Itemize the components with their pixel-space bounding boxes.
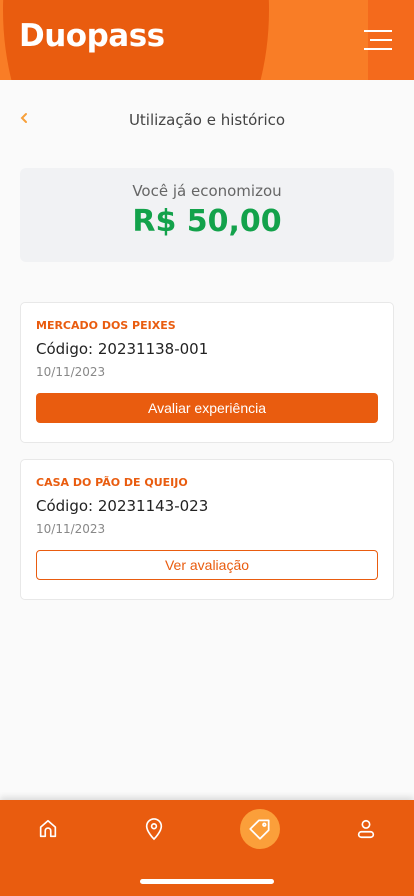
map-pin-icon[interactable]: [134, 809, 174, 849]
app-header: Duopass: [0, 0, 414, 80]
history-card: MERCADO DOS PEIXES Código: 20231138-001 …: [20, 302, 394, 443]
page-titlebar: Utilização e histórico: [0, 108, 414, 134]
tag-icon[interactable]: [240, 809, 280, 849]
savings-summary: Você já economizou R$ 50,00: [20, 168, 394, 262]
store-name: CASA DO PÃO DE QUEIJO: [36, 476, 188, 489]
page-title: Utilização e histórico: [128, 111, 286, 129]
home-icon[interactable]: [28, 809, 68, 849]
savings-value: R$ 50,00: [132, 204, 282, 239]
rate-experience-button[interactable]: Avaliar experiência: [36, 393, 378, 423]
user-icon[interactable]: [346, 809, 386, 849]
view-review-button[interactable]: Ver avaliação: [36, 550, 378, 580]
voucher-code: Código: 20231138-001: [36, 340, 209, 358]
bottom-nav: [0, 800, 414, 896]
hamburger-icon[interactable]: [364, 30, 392, 50]
home-indicator: [140, 879, 274, 884]
usage-date: 10/11/2023: [36, 522, 106, 536]
history-card: CASA DO PÃO DE QUEIJO Código: 20231143-0…: [20, 459, 394, 600]
voucher-code: Código: 20231143-023: [36, 497, 209, 515]
savings-label: Você já economizou: [132, 182, 282, 200]
usage-date: 10/11/2023: [36, 365, 106, 379]
logo[interactable]: Duopass: [19, 18, 165, 54]
store-name: MERCADO DOS PEIXES: [36, 319, 176, 332]
